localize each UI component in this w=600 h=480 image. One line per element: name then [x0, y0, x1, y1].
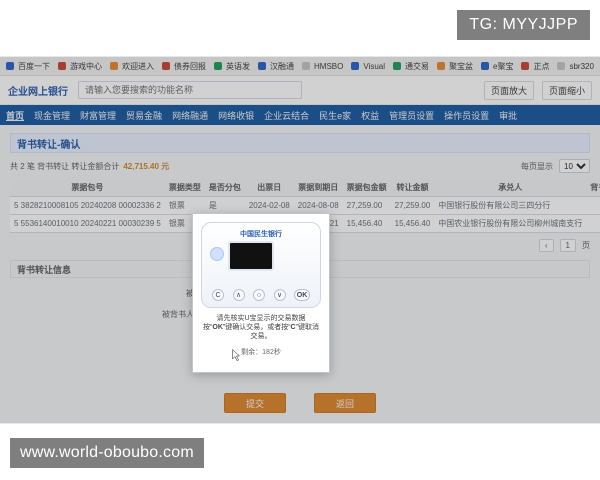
usb-key-confirm-modal: 中国民生银行 C ∧ ○ ∨ OK 请先核实U宝显示的交易数据 按“OK”键确认交易，或…	[192, 213, 330, 373]
modal-line-2-ok: OK	[212, 324, 223, 332]
mouse-pointer-icon	[232, 349, 240, 361]
device-key[interactable]: C	[212, 289, 224, 301]
modal-line-2-mid: ”键确认交易，或者按“	[222, 324, 291, 332]
device-key[interactable]: ∨	[273, 289, 286, 301]
device-screen	[228, 241, 274, 271]
modal-line-2: 按“OK”键确认交易，或者按“C”键取消交易。	[201, 323, 321, 341]
device-key[interactable]: ○	[253, 289, 265, 301]
watermark-bottom: www.world-oboubo.com	[10, 438, 204, 468]
modal-line-2-prefix: 按“	[203, 324, 213, 332]
device-brand: 中国民生银行	[240, 231, 282, 238]
device-top: 中国民生银行	[208, 229, 314, 239]
bluetooth-icon	[210, 247, 224, 261]
ok-key[interactable]: OK	[294, 289, 310, 301]
modal-instructions: 请先核实U宝显示的交易数据 按“OK”键确认交易，或者按“C”键取消交易。	[201, 314, 321, 341]
modal-line-1: 请先核实U宝显示的交易数据	[216, 315, 306, 322]
usb-key-device: 中国民生银行 C ∧ ○ ∨ OK	[201, 222, 321, 308]
screenshot-photo: 百度一下 游戏中心 欢迎进入 债券回报 英语发 汉融通 HMSBO Visual 通交易 聚宝盆 e…	[0, 56, 600, 424]
device-keys: C ∧ ○ ∨ OK	[212, 289, 310, 301]
watermark-top: TG: MYYJJPP	[457, 10, 590, 40]
device-key[interactable]: ∧	[232, 289, 245, 301]
countdown: 剩余：182秒	[241, 349, 281, 357]
